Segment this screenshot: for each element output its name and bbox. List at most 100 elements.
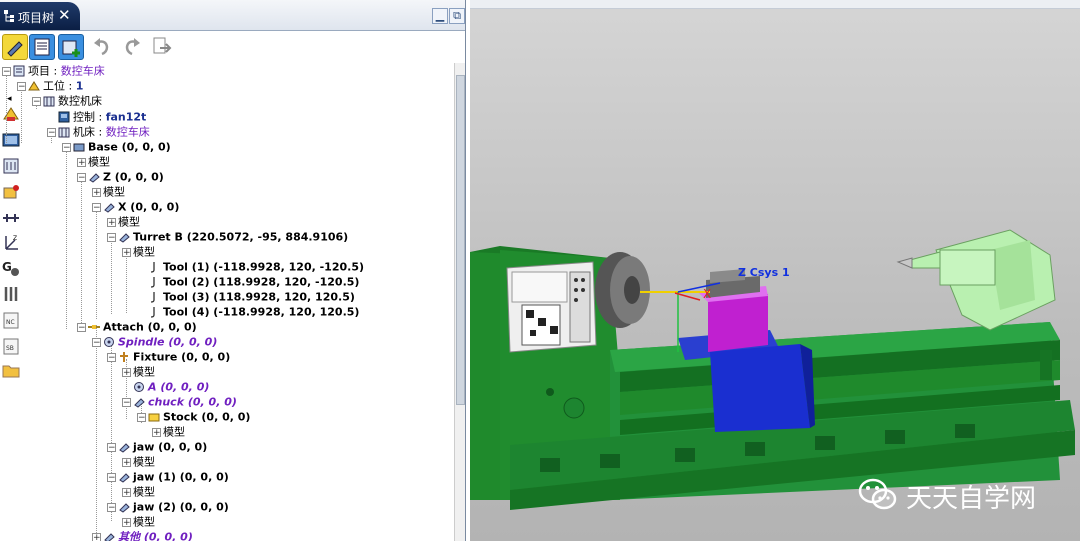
collapse-toggle-icon[interactable]: − (107, 352, 116, 362)
expand-toggle-icon[interactable]: + (107, 217, 116, 227)
tree-node-spindle[interactable]: − Spindle (0, 0, 0) (92, 334, 217, 349)
tree-node-tool[interactable]: Tool (1) (-118.9928, 120, -120.5) (137, 259, 364, 274)
tree-node-jaw[interactable]: − jaw (2) (0, 0, 0) (107, 499, 229, 514)
axis-icon (119, 473, 130, 483)
tree-node-label: 数控机床 (58, 94, 102, 108)
tree-node-a-axis[interactable]: A (0, 0, 0) (122, 379, 209, 394)
edit-button[interactable] (2, 34, 28, 60)
tree-node-station[interactable]: − 工位 : 1 (17, 78, 83, 93)
tree-node-jaw[interactable]: − jaw (1) (0, 0, 0) (107, 469, 229, 484)
tree-node-tool[interactable]: Tool (3) (118.9928, 120, 120.5) (137, 289, 355, 304)
tree-node-label: Fixture (0, 0, 0) (133, 350, 231, 364)
collapse-toggle-icon[interactable]: − (122, 397, 131, 407)
tree-node-model[interactable]: + 模型 (122, 244, 155, 259)
collapse-toggle-icon[interactable]: − (92, 202, 101, 212)
tree-node-stock[interactable]: − Stock (0, 0, 0) (137, 409, 250, 424)
tree-toolbar (0, 31, 465, 61)
tree-node-model[interactable]: + 模型 (152, 424, 185, 439)
tree-node-machine[interactable]: − 机床 : 数控车床 (47, 124, 150, 139)
tree-node-model[interactable]: + 模型 (122, 484, 155, 499)
tree-node-label: 控制 : (73, 110, 106, 124)
restore-button[interactable]: ⧉ (449, 8, 465, 24)
undo-button[interactable] (90, 34, 114, 58)
collapse-toggle-icon[interactable]: − (107, 232, 116, 242)
axis-icon (119, 233, 130, 243)
tree-node-model[interactable]: + 模型 (122, 514, 155, 529)
expand-toggle-icon[interactable]: + (92, 532, 101, 541)
attach-icon (88, 325, 100, 329)
tree-node-attach[interactable]: − Attach (0, 0, 0) (77, 319, 197, 334)
export-button[interactable] (150, 34, 174, 58)
collapse-toggle-icon[interactable]: − (32, 96, 41, 106)
collapse-toggle-icon[interactable]: − (107, 442, 116, 452)
collapse-toggle-icon[interactable]: − (77, 322, 86, 332)
tree-node-model[interactable]: + 模型 (122, 454, 155, 469)
tree-node-label: A (0, 0, 0) (148, 380, 210, 394)
tab-project-tree[interactable]: 项目树 ✕ (0, 2, 80, 30)
collapse-toggle-icon[interactable]: − (137, 412, 146, 422)
tree-node-value: 数控车床 (60, 64, 105, 78)
tree-node-label: 项目 : (28, 64, 61, 78)
tree-node-chuck[interactable]: − chuck (0, 0, 0) (122, 394, 237, 409)
spindle-icon (134, 382, 144, 392)
tree-node-label: chuck (0, 0, 0) (148, 395, 237, 409)
collapse-toggle-icon[interactable]: − (62, 142, 71, 152)
tree-connector-line (6, 73, 7, 143)
tree-node-cnc-machine[interactable]: − 数控机床 (32, 93, 102, 108)
tree-connector-line (96, 325, 97, 533)
tree-node-label: 模型 (133, 485, 155, 499)
tree-node-label: 工位 : (43, 79, 76, 93)
tree-node-label: Spindle (0, 0, 0) (118, 335, 218, 349)
expand-toggle-icon[interactable]: + (122, 517, 131, 527)
expand-toggle-icon[interactable]: + (122, 457, 131, 467)
tree-icon (4, 10, 14, 22)
minimize-button[interactable]: ▁ (432, 8, 448, 24)
tree-node-jaw[interactable]: − jaw (0, 0, 0) (107, 439, 207, 454)
tree-node-tool[interactable]: Tool (4) (-118.9928, 120, 120.5) (137, 304, 359, 319)
tree-node-base[interactable]: − Base (0, 0, 0) (62, 139, 171, 154)
properties-button[interactable] (29, 34, 55, 60)
tree-node-turret-b[interactable]: − Turret B (220.5072, -95, 884.9106) (107, 229, 348, 244)
tree-node-label: 模型 (103, 185, 125, 199)
collapse-toggle-icon[interactable]: − (107, 472, 116, 482)
expand-toggle-icon[interactable]: + (152, 427, 161, 437)
expand-toggle-icon[interactable]: + (122, 247, 131, 257)
collapse-toggle-icon[interactable]: − (47, 127, 56, 137)
tree-connector-line (21, 85, 22, 143)
tree-connector-line (111, 239, 112, 314)
tree-node-model[interactable]: + 模型 (107, 214, 140, 229)
close-icon[interactable]: ✕ (58, 6, 71, 24)
expand-toggle-icon[interactable]: + (122, 367, 131, 377)
tree-node-label: Base (0, 0, 0) (88, 140, 171, 154)
collapse-toggle-icon[interactable]: − (92, 337, 101, 347)
collapse-toggle-icon[interactable]: − (17, 81, 26, 91)
collapse-toggle-icon[interactable]: − (2, 66, 11, 76)
tool-icon (150, 307, 155, 318)
tree-node-model[interactable]: + 模型 (122, 364, 155, 379)
expand-toggle-icon[interactable]: + (77, 157, 86, 167)
tree-scrollbar[interactable] (454, 63, 465, 541)
tree-connector-line (81, 179, 82, 329)
tree-node-project[interactable]: − 项目 : 数控车床 (2, 63, 105, 78)
add-component-button[interactable] (58, 34, 84, 60)
expand-toggle-icon[interactable]: + (122, 487, 131, 497)
tree-node-other[interactable]: + 其他 (0, 0, 0) (92, 529, 193, 541)
csys-label: Z Csys 1 (738, 266, 790, 279)
redo-button[interactable] (120, 34, 144, 58)
tree-node-x-axis[interactable]: − X (0, 0, 0) (92, 199, 179, 214)
panel-tab-bar: 项目树 ✕ ▁ ⧉ (0, 0, 465, 31)
tree-node-fixture[interactable]: − Fixture (0, 0, 0) (107, 349, 230, 364)
tree-node-label: jaw (2) (0, 0, 0) (133, 500, 229, 514)
tree-node-tool[interactable]: Tool (2) (118.9928, 120, -120.5) (137, 274, 359, 289)
machine-3d-viewport[interactable]: X Z Csys 1 (470, 0, 1080, 541)
collapse-toggle-icon[interactable]: − (107, 502, 116, 512)
tree-node-control[interactable]: 控制 : fan12t (47, 109, 146, 124)
expand-toggle-icon[interactable]: + (92, 187, 101, 197)
tree-node-value: fan12t (105, 110, 147, 124)
tree-node-label: 模型 (118, 215, 140, 229)
collapse-toggle-icon[interactable]: − (77, 172, 86, 182)
scrollbar-thumb[interactable] (456, 75, 465, 405)
tree-node-model[interactable]: + 模型 (77, 154, 110, 169)
tree-node-model[interactable]: + 模型 (92, 184, 125, 199)
tree-node-z-axis[interactable]: − Z (0, 0, 0) (77, 169, 164, 184)
